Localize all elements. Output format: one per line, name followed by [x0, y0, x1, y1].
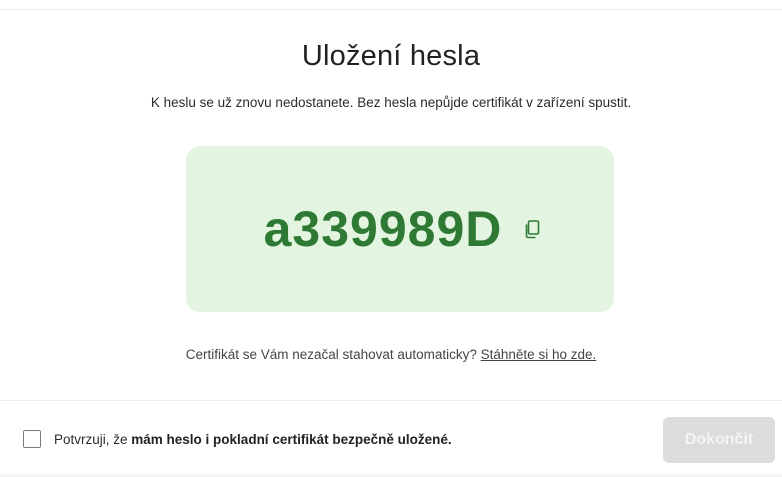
- confirm-label-suffix: .: [447, 431, 452, 447]
- dialog-title: Uložení hesla: [301, 40, 481, 72]
- download-link[interactable]: Stáhněte si ho zde.: [481, 347, 597, 362]
- footer-divider: [0, 400, 782, 401]
- top-divider: [0, 9, 782, 10]
- confirm-label-prefix: Potvrzuji, že: [54, 431, 132, 447]
- copy-icon[interactable]: [522, 218, 542, 240]
- password-panel: a339989D: [186, 146, 614, 312]
- dialog-subtitle: K heslu se už znovu nedostanete. Bez hes…: [150, 95, 632, 110]
- download-note: Certifikát se Vám nezačal stahovat autom…: [0, 347, 782, 362]
- bottom-edge: [0, 471, 782, 477]
- finish-button[interactable]: Dokončit: [663, 417, 775, 463]
- confirm-checkbox[interactable]: [23, 430, 41, 448]
- confirm-label-bold: mám heslo i pokladní certifikát bezpečně…: [131, 431, 448, 447]
- confirm-row: Potvrzuji, že mám heslo i pokladní certi…: [23, 430, 452, 448]
- download-note-text: Certifikát se Vám nezačal stahovat autom…: [185, 347, 481, 362]
- confirm-label: Potvrzuji, že mám heslo i pokladní certi…: [54, 432, 452, 447]
- password-value: a339989D: [263, 201, 503, 257]
